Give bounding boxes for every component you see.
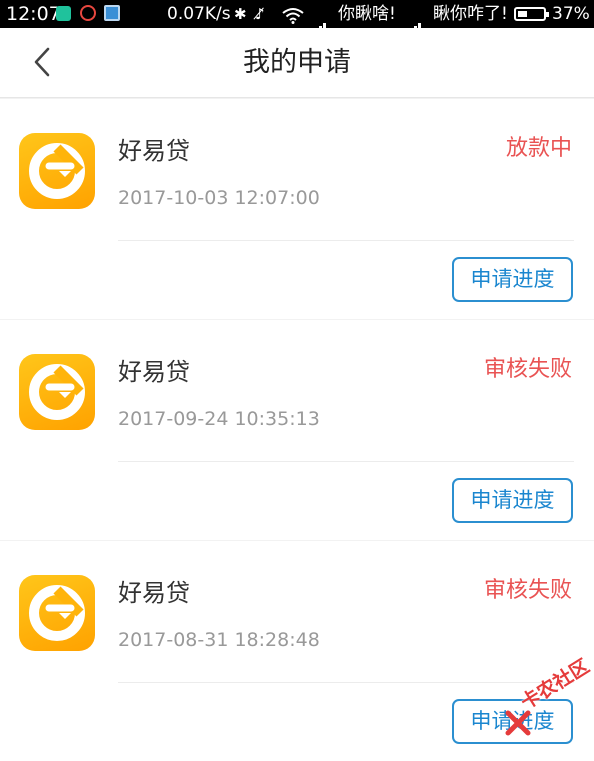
- battery-icon: [514, 7, 549, 21]
- card-divider: [118, 461, 574, 462]
- application-progress-button[interactable]: 申请进度: [452, 699, 573, 744]
- application-status: 放款中: [505, 136, 572, 161]
- photo-app-icon: [104, 5, 120, 21]
- application-card[interactable]: 好易贷 2017-09-24 10:35:13 审核失败 申请进度: [0, 320, 594, 540]
- application-card[interactable]: 好易贷 2017-10-03 12:07:00 放款中 申请进度: [0, 99, 594, 319]
- product-name: 好易贷: [118, 579, 190, 607]
- application-card[interactable]: 好易贷 2017-08-31 18:28:48 审核失败 申请进度: [0, 541, 594, 761]
- carrier-2-name: 瞅你咋了!: [433, 4, 508, 24]
- battery-fill: [518, 11, 527, 17]
- battery-percent: 37%: [552, 4, 590, 24]
- haoyidai-logo-icon: [19, 133, 95, 209]
- page-header: 我的申请: [0, 28, 594, 98]
- wechat-notification-icon: [56, 6, 71, 21]
- netease-music-icon: [80, 5, 96, 21]
- silent-mode-icon: ♪̸: [255, 5, 265, 23]
- app-screen: 12:07 0.07K/s ✱ ♪̸ 你瞅啥! 瞅你咋了! 37% 我的申请 好…: [0, 0, 594, 761]
- network-speed: 0.07K/s: [167, 4, 231, 24]
- application-progress-button[interactable]: 申请进度: [452, 478, 573, 523]
- card-divider: [118, 240, 574, 241]
- product-name: 好易贷: [118, 358, 190, 386]
- haoyidai-logo-icon: [19, 354, 95, 430]
- application-time: 2017-09-24 10:35:13: [118, 408, 320, 430]
- status-time: 12:07: [6, 3, 61, 25]
- application-time: 2017-10-03 12:07:00: [118, 187, 320, 209]
- application-status: 审核失败: [483, 578, 572, 603]
- carrier-1-name: 你瞅啥!: [338, 4, 396, 24]
- application-time: 2017-08-31 18:28:48: [118, 629, 320, 651]
- application-status: 审核失败: [483, 357, 572, 382]
- product-name: 好易贷: [118, 137, 190, 165]
- application-progress-button[interactable]: 申请进度: [452, 257, 573, 302]
- bluetooth-icon: ✱: [234, 5, 247, 23]
- battery-tip: [546, 12, 549, 17]
- page-title: 我的申请: [243, 47, 351, 78]
- status-bar: 12:07 0.07K/s ✱ ♪̸ 你瞅啥! 瞅你咋了! 37%: [0, 0, 594, 36]
- card-divider: [118, 682, 574, 683]
- haoyidai-logo-icon: [19, 575, 95, 651]
